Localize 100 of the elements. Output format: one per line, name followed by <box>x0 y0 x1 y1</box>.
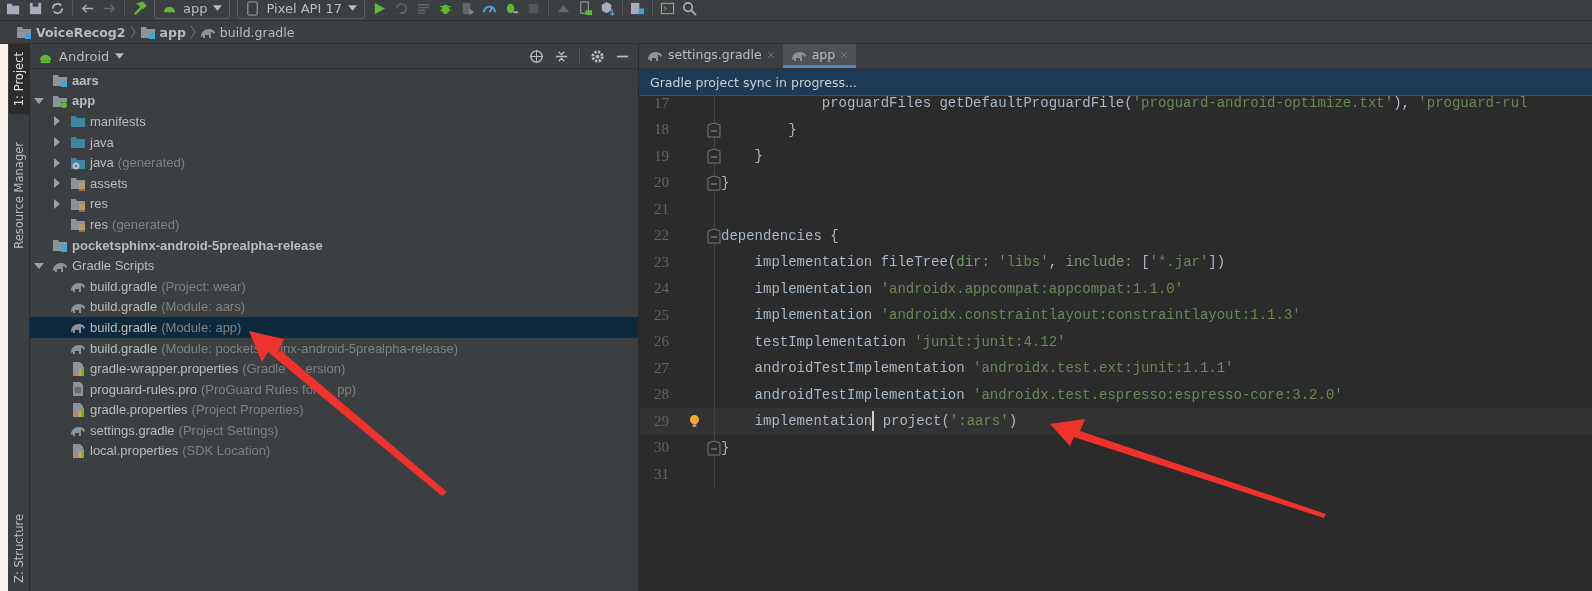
crosshair-icon[interactable] <box>529 48 544 64</box>
tree-item[interactable]: res (generated) <box>30 214 638 235</box>
code-line: } <box>787 121 797 138</box>
lightbulb-icon[interactable] <box>689 413 700 429</box>
tree-item-label: build.gradle <box>90 299 158 315</box>
breadcrumb[interactable]: VoiceRecog2 <box>16 24 126 40</box>
search-icon[interactable] <box>681 0 697 16</box>
tree-item[interactable]: java <box>30 131 638 153</box>
tree-item-note: (Module: aars) <box>161 299 246 315</box>
sync-icon[interactable] <box>50 0 65 16</box>
line-number: 24 <box>653 280 669 298</box>
tree-item-note: (generated) <box>112 216 180 232</box>
tree-item-note: (Module: app) <box>161 319 242 335</box>
device-dropdown[interactable]: Pixel API 17 <box>237 0 365 19</box>
collapsed-arrow-icon[interactable] <box>52 198 62 209</box>
line-number: 28 <box>653 386 669 404</box>
fold-marker-icon[interactable] <box>707 121 721 138</box>
line-number: 26 <box>653 333 669 351</box>
tree-item-label: build.gradle <box>90 278 158 294</box>
line-number: 20 <box>653 174 669 192</box>
code-line: androidTestImplementation 'androidx.test.espresso:espresso-core:3.2.0' <box>753 386 1343 403</box>
fold-marker-icon[interactable] <box>707 439 721 456</box>
tree-item[interactable]: res <box>30 193 638 215</box>
code-line: implementation 'androidx.appcompat:appcompat:1.1.0' <box>753 280 1184 297</box>
download-box-icon[interactable] <box>599 0 615 16</box>
tree-item-label: res <box>90 196 109 212</box>
tree-item-label: manifests <box>90 114 146 129</box>
code-line: } <box>753 148 763 165</box>
line-number: 30 <box>653 439 669 457</box>
expanded-arrow-icon[interactable] <box>34 260 44 271</box>
line-number: 19 <box>653 147 669 165</box>
line-number: 18 <box>653 121 669 139</box>
tree-item[interactable]: java (generated) <box>30 152 638 173</box>
save-icon[interactable] <box>28 0 43 16</box>
tree-item-label: app <box>72 93 96 109</box>
tool-window-tab[interactable]: Z: Structure <box>8 506 29 591</box>
tree-item-label: build.gradle <box>90 319 158 335</box>
breadcrumb[interactable]: build.gradle <box>199 24 295 40</box>
tree-item[interactable]: build.gradle (Project: wear) <box>30 275 638 297</box>
device-manager-icon[interactable] <box>577 0 593 16</box>
terminal-icon[interactable] <box>659 0 675 16</box>
hammer-icon[interactable] <box>132 0 147 16</box>
tree-item[interactable]: assets <box>30 172 638 194</box>
collapsed-arrow-icon[interactable] <box>52 178 62 189</box>
collapsed-arrow-icon[interactable] <box>52 137 62 148</box>
tree-item[interactable]: gradle.properties (Project Properties) <box>30 399 638 421</box>
fold-marker-icon[interactable] <box>707 227 721 244</box>
tree-item-label: Gradle Scripts <box>72 258 155 274</box>
tree-item[interactable]: app <box>30 90 638 112</box>
tree-item-label: assets <box>90 175 128 191</box>
phone-icon <box>245 0 261 16</box>
line-number: 23 <box>653 253 669 271</box>
code-line: implementation 'androidx.constraintlayout:constraintlayout:1.1.3' <box>753 307 1301 324</box>
tree-item-note: (Gradle <box>242 361 286 377</box>
tree-item-note: pp) <box>337 381 357 397</box>
line-number: 17 <box>653 94 669 112</box>
tree-item-label: res <box>90 216 109 232</box>
editor-tab[interactable]: settings.gradle <box>639 44 783 68</box>
restart-icon[interactable] <box>393 0 409 16</box>
settings-icon[interactable] <box>590 48 605 64</box>
tree-item[interactable]: build.gradle (Module: aars) <box>30 296 638 318</box>
tree-item-note: (Project Settings) <box>178 422 279 438</box>
tree-item[interactable]: gradle-wrapper.properties (Gradle ersion) <box>30 358 638 379</box>
tree-item[interactable]: settings.gradle (Project Settings) <box>30 420 638 441</box>
code-line: } <box>721 174 730 191</box>
view-dropdown[interactable]: Android <box>38 48 125 64</box>
run-configuration-dropdown[interactable]: app <box>154 0 231 19</box>
editor-tab[interactable]: app <box>782 44 857 68</box>
tree-item-label: settings.gradle <box>90 422 175 438</box>
caret-icon <box>115 53 125 59</box>
text-caret <box>872 411 875 432</box>
tree-item-label: build.gradle <box>90 340 158 356</box>
fold-marker-icon[interactable] <box>707 174 721 191</box>
tree-item[interactable]: Gradle Scripts <box>30 255 638 276</box>
tree-item[interactable]: manifests <box>30 111 638 132</box>
code-line: testImplementation 'junit:junit:4.12' <box>753 333 1066 350</box>
tree-item-label: java <box>90 134 114 150</box>
collapsed-arrow-icon[interactable] <box>52 116 62 127</box>
tree-item[interactable]: local.properties (SDK Location) <box>30 440 638 462</box>
tree-item-note: inx-android-5prealpha-release) <box>280 340 458 356</box>
notification-text: Gradle project sync in progress... <box>650 74 857 90</box>
tree-item[interactable]: aars <box>30 70 638 91</box>
tool-window-tab[interactable]: 1: Project <box>8 44 29 115</box>
tree-item-label: java <box>90 155 114 171</box>
tree-item-label: gradle.properties <box>90 402 188 418</box>
tree-item[interactable]: pocketsphinx-android-5prealpha-release <box>30 234 638 256</box>
tool-window-tab[interactable]: Resource Manager <box>8 134 29 257</box>
line-number: 31 <box>653 465 669 483</box>
line-number: 22 <box>653 227 669 245</box>
chevron-icon <box>189 25 196 39</box>
breadcrumb[interactable]: app <box>139 24 186 40</box>
code-line: implementation project(':aars') <box>721 411 1018 432</box>
tree-item[interactable]: build.gradle (Module: app) <box>30 317 638 338</box>
project-structure-icon[interactable] <box>629 0 645 16</box>
fold-marker-icon[interactable] <box>707 148 721 165</box>
close-icon[interactable] <box>766 50 775 59</box>
expanded-arrow-icon[interactable] <box>34 95 44 106</box>
tree-item-label: local.properties <box>90 443 179 459</box>
collapsed-arrow-icon[interactable] <box>52 157 62 168</box>
line-number: 25 <box>653 306 669 324</box>
